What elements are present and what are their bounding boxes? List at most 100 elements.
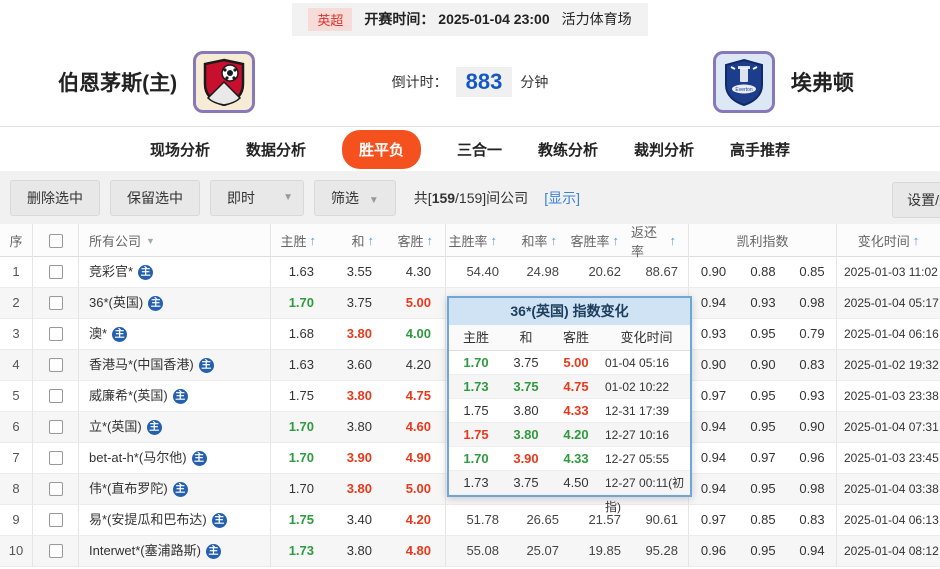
col-away-rate[interactable]: 客胜率 ↑ [569, 224, 631, 257]
col-draw-odds[interactable]: 和 ↑ [328, 224, 386, 257]
col-return-rate[interactable]: 返还率 ↑ [631, 224, 688, 259]
home-odds[interactable]: 1.63 [270, 350, 328, 381]
home-odds[interactable]: 1.70 [270, 443, 328, 474]
away-odds[interactable]: 4.80 [386, 536, 445, 567]
change-time: 2025-01-04 05:17 [836, 288, 940, 319]
row-checkbox-cell [32, 288, 78, 319]
nav-tab[interactable]: 数据分析 [246, 139, 306, 160]
col-home-odds[interactable]: 主胜 ↑ [270, 224, 328, 257]
row-checkbox[interactable] [48, 420, 63, 434]
company-name[interactable]: 立*(英国) [89, 412, 142, 442]
company-name[interactable]: bet-at-h*(马尔他) [89, 443, 187, 473]
odds-table-header: 序 所有公司 ▼ 主胜 ↑ 和 ↑ 客胜 ↑ 主胜率 ↑ 和率 ↑ 客胜率 ↑ 返还率 ↑ 凯利… [0, 224, 940, 259]
kelly-index: 0.95 [738, 536, 788, 567]
col-away-odds[interactable]: 客胜 ↑ [386, 224, 445, 257]
away-rate: 20.62 [569, 257, 631, 288]
nav-tab[interactable]: 教练分析 [538, 139, 598, 160]
time-filter-dropdown[interactable]: 即时 ▼ [210, 179, 304, 216]
nav-tab[interactable]: 胜平负 [341, 129, 421, 169]
home-odds[interactable]: 1.70 [270, 288, 328, 319]
nav-tab[interactable]: 裁判分析 [634, 139, 694, 160]
draw-odds[interactable]: 3.40 [328, 505, 386, 536]
draw-odds[interactable]: 3.75 [328, 288, 386, 319]
company-name[interactable]: 36*(英国) [89, 288, 143, 318]
table-row: 10 Interwet*(塞浦路斯) 主 1.73 3.80 4.80 55.08 25.07… [0, 536, 940, 567]
draw-odds[interactable]: 3.80 [328, 536, 386, 567]
change-time: 2025-01-02 19:32 [836, 350, 940, 381]
away-odds[interactable]: 4.20 [386, 350, 445, 381]
col-company[interactable]: 所有公司 ▼ [78, 224, 270, 257]
away-team-name: 埃弗顿 [790, 72, 854, 95]
company-name[interactable]: 香港马*(中国香港) [89, 350, 194, 380]
home-team: 伯恩茅斯(主) [0, 51, 313, 113]
row-checkbox[interactable] [48, 296, 63, 310]
draw-odds[interactable]: 3.90 [328, 443, 386, 474]
col-change-time[interactable]: 变化时间 ↑ [836, 224, 940, 257]
home-odds[interactable]: 1.75 [270, 505, 328, 536]
change-time: 2025-01-04 06:16 [836, 319, 940, 350]
company-name[interactable]: 威廉希*(英国) [89, 381, 168, 411]
company-name[interactable]: 易*(安提瓜和巴布达) [89, 505, 207, 535]
draw-odds: 3.75 [513, 379, 539, 394]
kelly-index: 0.90 [688, 257, 738, 288]
row-checkbox[interactable] [48, 482, 63, 496]
row-index: 7 [0, 443, 32, 474]
home-odds[interactable]: 1.68 [270, 319, 328, 350]
draw-odds[interactable]: 3.55 [328, 257, 386, 288]
kelly-index: 0.85 [738, 505, 788, 536]
filter-dropdown[interactable]: 筛选 ▼ [314, 179, 396, 216]
home-badge-icon: 主 [205, 543, 221, 559]
company-name[interactable]: 澳* [89, 319, 107, 349]
away-odds: 4.20 [563, 427, 589, 442]
row-checkbox[interactable] [48, 265, 63, 279]
show-link[interactable]: [显示] [544, 188, 580, 208]
company-name[interactable]: 伟*(直布罗陀) [89, 474, 168, 504]
draw-odds[interactable]: 3.80 [328, 474, 386, 505]
nav-tab[interactable]: 现场分析 [150, 139, 210, 160]
kickoff-label: 开赛时间： [364, 11, 435, 27]
home-odds[interactable]: 1.73 [270, 536, 328, 567]
delete-selected-button[interactable]: 删除选中 [10, 179, 100, 216]
row-checkbox[interactable] [48, 389, 63, 403]
row-checkbox-cell [32, 536, 78, 567]
away-odds[interactable]: 4.60 [386, 412, 445, 443]
select-all-checkbox[interactable] [48, 233, 63, 248]
row-checkbox[interactable] [48, 544, 63, 558]
col-draw-rate[interactable]: 和率 ↑ [509, 224, 569, 257]
company-name[interactable]: 竞彩官* [89, 257, 133, 287]
home-odds[interactable]: 1.70 [270, 474, 328, 505]
popup-change-time: 01-04 05:16 [605, 356, 670, 370]
col-home-rate[interactable]: 主胜率 ↑ [445, 224, 509, 257]
nav-tab[interactable]: 三合一 [457, 139, 502, 160]
draw-odds[interactable]: 3.80 [328, 412, 386, 443]
draw-odds[interactable]: 3.80 [328, 381, 386, 412]
home-odds[interactable]: 1.75 [270, 381, 328, 412]
kelly-index: 0.98 [788, 288, 836, 319]
company-name[interactable]: Interwet*(塞浦路斯) [89, 536, 201, 566]
away-odds[interactable]: 5.00 [386, 288, 445, 319]
draw-odds[interactable]: 3.80 [328, 319, 386, 350]
row-checkbox[interactable] [48, 451, 63, 465]
keep-selected-button[interactable]: 保留选中 [110, 179, 200, 216]
home-odds[interactable]: 1.63 [270, 257, 328, 288]
kelly-index: 0.95 [738, 412, 788, 443]
home-odds[interactable]: 1.70 [270, 412, 328, 443]
away-odds[interactable]: 4.75 [386, 381, 445, 412]
home-odds: 1.73 [463, 475, 489, 490]
col-seq: 序 [9, 234, 23, 249]
away-odds[interactable]: 4.90 [386, 443, 445, 474]
away-odds[interactable]: 4.30 [386, 257, 445, 288]
row-checkbox[interactable] [48, 327, 63, 341]
settings-button[interactable]: 设置/选 [892, 182, 940, 218]
away-odds[interactable]: 4.20 [386, 505, 445, 536]
nav-tab[interactable]: 高手推荐 [730, 139, 790, 160]
draw-odds: 3.75 [513, 475, 539, 490]
popup-col-header: 变化时间 [620, 330, 673, 345]
league-badge[interactable]: 英超 [308, 7, 353, 31]
away-odds: 4.33 [563, 451, 589, 466]
away-odds[interactable]: 4.00 [386, 319, 445, 350]
draw-odds[interactable]: 3.60 [328, 350, 386, 381]
away-odds[interactable]: 5.00 [386, 474, 445, 505]
row-checkbox[interactable] [48, 513, 63, 527]
row-checkbox[interactable] [48, 358, 63, 372]
